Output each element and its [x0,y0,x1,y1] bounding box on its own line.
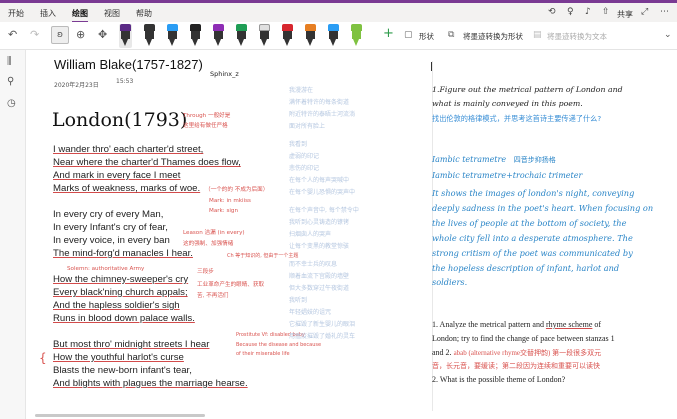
task-1[interactable]: 1. Analyze the metrical pattern and rhym… [432,320,601,329]
question-1-chinese[interactable]: 找出伦敦的格律模式，并思考这首诗主要传递了什么? [432,114,601,124]
bell-icon[interactable]: ♪ [585,7,591,17]
annotation-woe: （一个的的 不成为后面） [205,187,269,193]
add-pen-icon[interactable]: + [383,26,394,41]
toolbar-collapse-icon[interactable]: ⌄ [664,30,672,40]
question-1-line-2[interactable]: what is mainly conveyed in this poem. [432,99,583,108]
poem-line: Marks of weakness, marks of woe. [53,183,201,194]
pen-3-button[interactable] [166,24,179,48]
undo-icon[interactable]: ↶ [8,28,17,41]
poem-line: I wander thro' each charter'd street, [53,144,204,155]
recent-icon[interactable]: ◷ [7,98,16,109]
pen-5-button[interactable] [212,24,225,48]
notebooks-icon[interactable]: ⫼ [7,56,12,67]
ink-to-shape-icon[interactable]: ⧉ [448,30,454,40]
question-1[interactable]: 1.Figure out the metrical pattern of Lon… [432,85,623,94]
poem-line: In every Infant's cry of fear, [53,222,168,233]
insert-space-icon[interactable]: ✥ [98,28,107,41]
ink-to-text-icon: ▤ [533,30,542,40]
annotation-leason-1: Leason 洁漏 (in every) [183,230,245,236]
pen-2-button[interactable] [143,24,156,48]
tab-home[interactable]: 开始 [8,8,24,19]
meter-line-1: Iambic tetrametre 四音步抑扬格 [432,155,556,164]
highlighter-button[interactable] [350,24,363,48]
sync-icon[interactable]: ⟲ [548,7,556,17]
translation-block: 我漫游在 满怀着特许的每条街道 附近特许的泰晤士河流淌 面对所有脸上 我看到 虚… [289,87,359,340]
annotation-caption: Ch 等于知识的, 但由于一个主题 [227,253,299,259]
more-options-icon[interactable]: ⋯ [660,7,669,17]
draw-toolbar: ↶ ↷ ʚ ⊕ ✥ + ▢ 形状 ⧉ 将墨迹转换为形状 ▤ 将墨迹转换为文本 ⌄ [0,22,677,50]
meter-line-2: Iambic tetrametre+trochaic trimeter [432,171,583,180]
pen-7-button[interactable] [258,24,271,48]
text-cursor [431,62,432,71]
lightbulb-icon[interactable]: ♀ [567,7,574,17]
poem-line: And the hapless soldier's sigh [53,300,180,311]
tab-view[interactable]: 视图 [104,8,120,19]
margin-bracket-mark: { [39,351,47,365]
expand-icon[interactable]: ⤢ [641,7,648,17]
handwritten-title: London(1793) [52,109,188,131]
tab-insert[interactable]: 插入 [40,8,56,19]
horizontal-scrollbar[interactable] [35,414,205,417]
poem-line: And mark in every face I meet [53,170,181,181]
pen-10-button[interactable] [327,24,340,48]
annotation-prostitute-3: of their miserable life [236,351,290,357]
annotation-mark-1: Mark: in mkiiss [209,198,251,204]
annotation-s3: 苦, 不再活们 [197,293,229,299]
poem-line: The mind-forg'd manacles I hear. [53,248,193,259]
pen-8-button[interactable] [281,24,294,48]
lasso-select-icon[interactable]: ʚ [51,26,69,44]
ink-to-shape-button[interactable]: 将墨迹转换为形状 [463,31,523,42]
share-button[interactable]: 共享 [617,9,633,20]
poem-line: How the chimney-sweeper's cry [53,274,189,285]
tab-help[interactable]: 帮助 [136,8,152,19]
poem-line: Blasts the new-born infant's tear, [53,365,192,376]
annotation-through-2: 这里给有做任严格 [183,123,228,129]
annotation-s1: 三段步 [197,269,214,275]
ribbon-tabs: 开始 插入 绘图 视图 帮助 ⟲ ♀ ♪ ⇧ 共享 ⤢ ⋯ [0,3,677,23]
tab-draw[interactable]: 绘图 [72,8,88,23]
redo-icon[interactable]: ↷ [30,28,39,41]
task-1-line-3[interactable]: and 2. abab (alternative rhyme交替押韵) 第一段很… [432,348,601,358]
ink-to-text-button: 将墨迹转换为文本 [547,32,607,41]
poem-line: Runs in blood down palace walls. [53,313,195,324]
pen-1-button[interactable] [119,24,132,48]
poem-line: In every voice, in every ban [53,235,170,246]
poem-line: In every cry of every Man, [53,209,164,220]
annotation-mark-2: Mark: sign [209,208,239,214]
task-2[interactable]: 2. What is the possible theme of London? [432,375,565,384]
task-1-line-2[interactable]: London; try to find the change of pace b… [432,334,615,343]
author-text: Sphinx_z [210,70,239,78]
page-time: 15:53 [116,78,134,85]
page-date: 2020年2月23日 [54,82,99,89]
task-1-line-4[interactable]: 音，长元音，要缓读；第二段因为连续和重要可以读快 [432,361,600,371]
pen-6-button[interactable] [235,24,248,48]
note-page[interactable]: William Blake(1757-1827) 2020年2月23日 15:5… [27,51,677,419]
search-icon[interactable]: ⚲ [7,76,14,87]
analysis-paragraph: It shows the images of london's night, c… [432,188,654,288]
poem-line: But most thro' midnight streets I hear [53,339,210,350]
shapes-icon[interactable]: ▢ [404,30,413,40]
left-navigation-rail: ⫼ ⚲ ◷ [0,50,26,419]
poem-line: How the youthful harlot's curse [53,352,184,363]
add-space-icon[interactable]: ⊕ [76,28,85,41]
pen-9-button[interactable] [304,24,317,48]
page-title[interactable]: William Blake(1757-1827) [54,57,203,72]
annotation-through: Through 一般好是 [183,113,231,119]
poem-line: Near where the charter'd Thames does flo… [53,157,241,168]
pen-4-button[interactable] [189,24,202,48]
poem-line: And blights with plagues the marriage he… [53,378,248,389]
annotation-s2: 工业革命产生的眼睛、获取 [197,282,265,288]
shapes-button[interactable]: 形状 [419,31,434,42]
poem-line: Every black'ning church appals; [53,287,188,298]
annotation-leason-2: 这的强制、加强情绪 [183,241,234,247]
annotation-solemn: Solemn: authoritative Army [67,266,145,272]
share-icon[interactable]: ⇧ [602,7,610,17]
